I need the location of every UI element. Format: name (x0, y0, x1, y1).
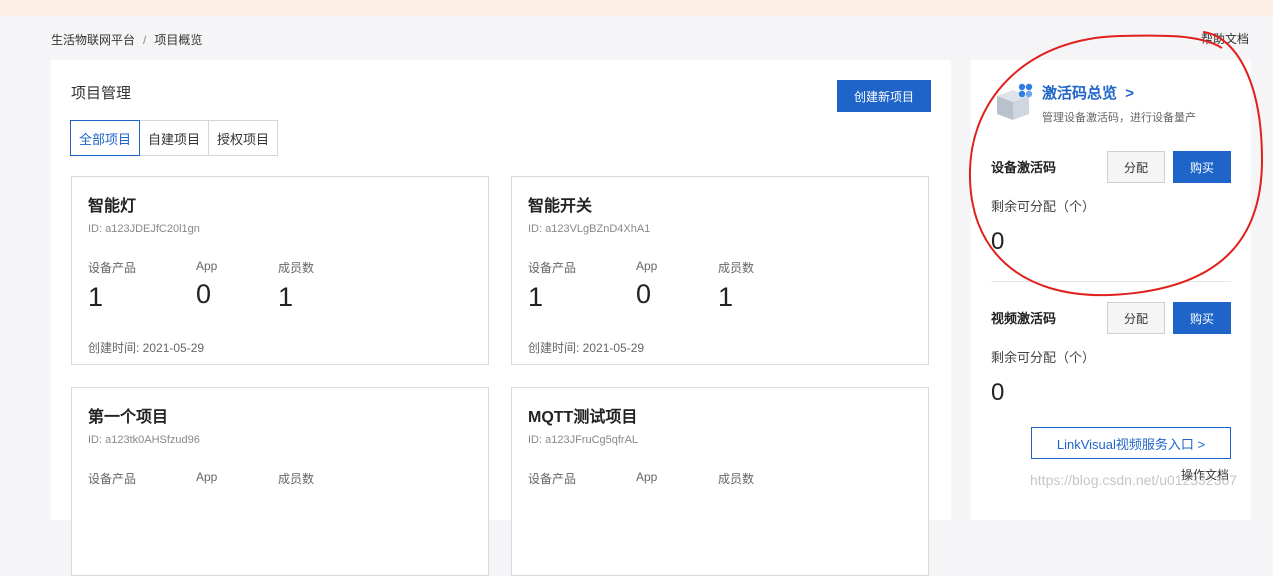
stat-value: 0 (636, 279, 652, 309)
stat-label: 成员数 (718, 261, 755, 275)
video-remain-value: 0 (991, 379, 1005, 406)
project-id: ID: a123JDEJfC20l1gn (88, 223, 200, 235)
project-card-smart-light[interactable]: 智能灯 ID: a123JDEJfC20l1gn 设备产品 1 App 0 成员… (71, 176, 489, 365)
stat-value: 1 (718, 282, 734, 312)
stat-members: 成员数 1 (718, 259, 754, 313)
project-card-smart-switch[interactable]: 智能开关 ID: a123VLgBZnD4XhA1 设备产品 1 App 0 成… (511, 176, 929, 365)
create-project-button[interactable]: 创建新项目 (837, 80, 931, 112)
project-id: ID: a123JFruCg5qfrAL (528, 434, 639, 446)
project-id: ID: a123VLgBZnD4XhA1 (528, 223, 651, 235)
project-card-mqtt-test[interactable]: MQTT测试项目 ID: a123JFruCg5qfrAL 设备产品 App 成… (511, 387, 929, 576)
stat-label: 成员数 (278, 261, 315, 275)
device-remain-value: 0 (991, 228, 1005, 255)
stat-products: 设备产品 1 (88, 259, 136, 313)
stat-value: 1 (88, 282, 104, 312)
tab-own-projects[interactable]: 自建项目 (139, 120, 210, 156)
panel-title: 项目管理 (71, 85, 132, 102)
stat-products: 设备产品 1 (528, 259, 576, 313)
device-code-title: 设备激活码 (991, 160, 1057, 175)
breadcrumb-separator: / (143, 33, 147, 47)
stat-products: 设备产品 (88, 470, 136, 487)
chevron-right-icon: > (1125, 85, 1134, 102)
breadcrumb-current: 项目概览 (154, 33, 203, 47)
stat-members: 成员数 (278, 470, 314, 487)
activation-cube-icon (997, 83, 1033, 120)
stat-value: 0 (196, 279, 212, 309)
stat-label: 成员数 (278, 472, 315, 486)
linkvisual-entry-button[interactable]: LinkVisual视频服务入口 > (1031, 427, 1231, 459)
stat-label: 设备产品 (528, 261, 577, 275)
stat-members: 成员数 (718, 470, 754, 487)
stat-label: App (636, 259, 658, 273)
stat-label: App (196, 470, 218, 484)
video-code-title: 视频激活码 (991, 311, 1057, 326)
activation-subtitle: 管理设备激活码，进行设备量产 (1042, 112, 1196, 124)
stat-label: App (196, 259, 218, 273)
stat-label: 设备产品 (88, 261, 137, 275)
stat-app: App (636, 470, 657, 484)
stat-app: App (196, 470, 217, 484)
stat-app: App 0 (196, 259, 217, 310)
stat-label: 设备产品 (528, 472, 577, 486)
breadcrumb-root[interactable]: 生活物联网平台 (51, 33, 135, 47)
device-allocate-button[interactable]: 分配 (1107, 151, 1165, 183)
created-time: 创建时间: 2021-05-29 (88, 341, 205, 355)
video-remain-label: 剩余可分配（个） (991, 350, 1096, 365)
stat-label: 成员数 (718, 472, 755, 486)
project-name[interactable]: 智能开关 (528, 192, 592, 216)
watermark: https://blog.csdn.net/u012332367 (1030, 472, 1238, 488)
stat-products: 设备产品 (528, 470, 576, 487)
project-name[interactable]: 第一个项目 (88, 403, 168, 427)
stat-value: 1 (528, 282, 544, 312)
activation-overview-link[interactable]: 激活码总览 > (1042, 82, 1134, 103)
tab-all-projects[interactable]: 全部项目 (70, 120, 141, 156)
section-divider (991, 281, 1231, 282)
activation-title-text: 激活码总览 (1042, 85, 1118, 102)
video-allocate-button[interactable]: 分配 (1107, 302, 1165, 334)
tab-authorized-projects[interactable]: 授权项目 (208, 120, 279, 156)
video-buy-button[interactable]: 购买 (1173, 302, 1231, 334)
device-remain-label: 剩余可分配（个） (991, 199, 1096, 214)
stat-members: 成员数 1 (278, 259, 314, 313)
device-buy-button[interactable]: 购买 (1173, 151, 1231, 183)
activation-code-panel: 激活码总览 > 管理设备激活码，进行设备量产 设备激活码 分配 购买 剩余可分配… (971, 60, 1251, 520)
project-card-first-project[interactable]: 第一个项目 ID: a123tk0AHSfzud96 设备产品 App 成员数 (71, 387, 489, 576)
project-name[interactable]: 智能灯 (88, 192, 136, 216)
stat-value: 1 (278, 282, 294, 312)
breadcrumb: 生活物联网平台 / 项目概览 (51, 31, 202, 48)
help-docs-link[interactable]: 帮助文档 (1201, 30, 1249, 47)
project-management-panel: 项目管理 创建新项目 全部项目 自建项目 授权项目 智能灯 ID: a123JD… (51, 60, 951, 576)
stat-app: App 0 (636, 259, 657, 310)
project-id: ID: a123tk0AHSfzud96 (88, 434, 200, 446)
project-name[interactable]: MQTT测试项目 (528, 403, 637, 427)
stat-label: App (636, 470, 658, 484)
created-time: 创建时间: 2021-05-29 (528, 341, 645, 355)
stat-label: 设备产品 (88, 472, 137, 486)
notice-bar (0, 0, 1273, 16)
project-tabs: 全部项目 自建项目 授权项目 (70, 120, 279, 156)
